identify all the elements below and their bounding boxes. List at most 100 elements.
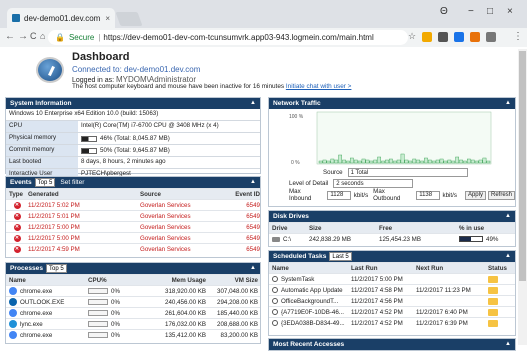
apply-button[interactable]: Apply [464, 190, 486, 200]
extension-icon-2[interactable] [438, 32, 448, 42]
favicon-icon [12, 14, 20, 22]
event-row[interactable]: ✕ 11/2/2017 5:00 PM Goverlan Services 6549 [6, 221, 260, 232]
traffic-bar [412, 158, 417, 164]
collapse-icon[interactable]: ▲ [505, 100, 511, 106]
max-out-input[interactable]: 1138 [416, 190, 440, 200]
process-mem: 318,920.00 KB [165, 287, 206, 295]
extension-icon-3[interactable] [454, 32, 464, 42]
col-next-run: Next Run [416, 264, 444, 272]
os-line: Windows 10 Enterprise x64 Edition 10.0 (… [9, 110, 159, 117]
traffic-bar [416, 159, 420, 164]
process-cpu: 0% [111, 287, 120, 295]
refresh-button[interactable]: Refresh [487, 190, 515, 200]
close-window-button[interactable]: × [507, 6, 513, 17]
process-name: chrome.exe [20, 309, 53, 317]
process-vm: 83,200.00 KB [220, 331, 259, 339]
scrollbar-thumb[interactable] [519, 51, 526, 281]
collapse-icon[interactable]: ▲ [250, 265, 256, 271]
cpu-bar [88, 332, 108, 338]
collapse-icon[interactable]: ▲ [505, 253, 511, 259]
home-icon[interactable]: ⌂ [40, 31, 45, 41]
minimize-button[interactable]: − [468, 6, 474, 17]
status-folder-icon [488, 275, 498, 283]
task-row[interactable]: {A7719E0F-10DB-46... 11/2/2017 4:52 PM 11/… [269, 306, 515, 317]
collapse-icon[interactable]: ▲ [250, 179, 256, 185]
system-info-panel: System Information ▲ Windows 10 Enterpris… [5, 97, 261, 180]
set-filter-link[interactable]: Set filter [60, 179, 84, 186]
forward-icon[interactable]: → [18, 31, 28, 42]
traffic-bar [404, 159, 409, 164]
task-name: {3EDA038B-D834-49... [281, 319, 345, 327]
process-row[interactable]: chrome.exe 0% 135,412.00 KB 83,200.00 KB [6, 329, 260, 340]
task-row[interactable]: {3EDA038B-D834-49... 11/2/2017 4:52 PM 11/… [269, 317, 515, 328]
panel-title: Disk Drives [273, 213, 309, 220]
back-icon[interactable]: ← [5, 31, 15, 42]
tab-close-icon[interactable]: × [105, 14, 110, 23]
event-row[interactable]: ✕ 11/2/2017 5:01 PM Goverlan Services 6549 [6, 210, 260, 221]
browser-tab[interactable]: dev-demo01.dev.com × [7, 8, 115, 28]
tasks-last-select[interactable]: Last 5 [329, 252, 352, 261]
task-row[interactable]: OfficeBackgroundT... 11/2/2017 4:56 PM [269, 295, 515, 306]
new-tab-button[interactable] [115, 12, 143, 26]
task-row[interactable]: Automatic App Update 11/2/2017 4:58 PM 11/… [269, 284, 515, 295]
event-row[interactable]: ✕ 11/2/2017 5:02 PM Goverlan Services 6549 [6, 199, 260, 210]
process-row[interactable]: chrome.exe 0% 261,604.00 KB 185,440.00 KB [6, 307, 260, 318]
kv-label: Physical memory [6, 133, 78, 144]
initiate-chat-link[interactable]: Initiate chat with user > [286, 83, 352, 90]
traffic-bar [353, 159, 358, 164]
event-source: Goverlan Services [140, 201, 191, 209]
process-row[interactable]: chrome.exe 0% 318,920.00 KB 307,048.00 KB [6, 285, 260, 296]
event-id: 6549 [246, 223, 260, 231]
event-row[interactable]: ✕ 11/2/2017 4:59 PM Goverlan Services 6549 [6, 243, 260, 254]
reload-icon[interactable]: C [30, 31, 37, 41]
profile-icon[interactable]: Θ [440, 6, 448, 17]
extension-icon-5[interactable] [486, 32, 496, 42]
processes-top-select[interactable]: Top 5 [46, 264, 67, 273]
max-in-label: Max Inbound [289, 188, 312, 202]
disk-row[interactable]: C:\ 242,838.29 MB 125,454.23 MB 49% [269, 233, 515, 244]
task-row[interactable]: SystemTask 11/2/2017 5:00 PM [269, 273, 515, 284]
disk-header: Disk Drives ▲ [269, 211, 515, 222]
extension-icon-1[interactable] [422, 32, 432, 42]
event-source: Goverlan Services [140, 223, 191, 231]
cpu-bar [88, 321, 108, 327]
physical-memory-row: Physical memory 46% (Total: 8,045.87 MB) [6, 132, 260, 144]
page-scrollbar[interactable] [518, 49, 527, 345]
detail-select[interactable]: 2 seconds [333, 179, 414, 188]
address-bar[interactable]: 🔒 Secure | https://dev-demo01-dev-com-tc… [48, 30, 408, 45]
traffic-bar [361, 158, 366, 164]
collapse-icon[interactable]: ▲ [505, 213, 511, 219]
source-select[interactable]: 1 Total [347, 168, 468, 177]
process-row[interactable]: OUTLOOK.EXE 0% 240,456.00 KB 294,208.00 KB [6, 296, 260, 307]
collapse-icon[interactable]: ▲ [250, 100, 256, 106]
cpu-bar [88, 310, 108, 316]
col-size: Size [309, 224, 322, 232]
task-last: 11/2/2017 5:00 PM [351, 275, 403, 283]
col-mem: Mem Usage [171, 276, 206, 284]
events-top-select[interactable]: Top 5 [34, 178, 56, 187]
task-name: OfficeBackgroundT... [281, 297, 339, 305]
event-row[interactable]: ✕ 11/2/2017 5:00 PM Goverlan Services 6549 [6, 232, 260, 243]
status-folder-icon [488, 286, 498, 294]
extension-icon-4[interactable] [470, 32, 480, 42]
max-in-input[interactable]: 1128 [327, 190, 351, 200]
collapse-icon[interactable]: ▲ [505, 341, 511, 347]
browser-menu-icon[interactable]: ⋮ [513, 31, 523, 42]
drive-icon [272, 236, 280, 242]
traffic-bar [439, 158, 444, 164]
maximize-button[interactable]: □ [487, 6, 493, 17]
drive-name: C:\ [283, 235, 291, 243]
task-last: 11/2/2017 4:52 PM [351, 319, 403, 327]
col-in-use: % in use [459, 224, 485, 232]
system-info-header: System Information ▲ [6, 98, 260, 109]
error-icon: ✕ [13, 201, 21, 209]
process-name: chrome.exe [20, 331, 53, 339]
event-id: 6549 [246, 201, 260, 209]
traffic-bar [420, 160, 424, 164]
traffic-bar [334, 159, 339, 164]
process-row[interactable]: lync.exe 0% 176,032.00 KB 208,688.00 KB [6, 318, 260, 329]
bookmark-star-icon[interactable]: ☆ [408, 31, 416, 42]
traffic-bar [451, 160, 456, 164]
dashboard-page: Dashboard Connected to: dev-demo01.dev.c… [0, 47, 527, 351]
kv-label: Commit memory [6, 145, 78, 156]
